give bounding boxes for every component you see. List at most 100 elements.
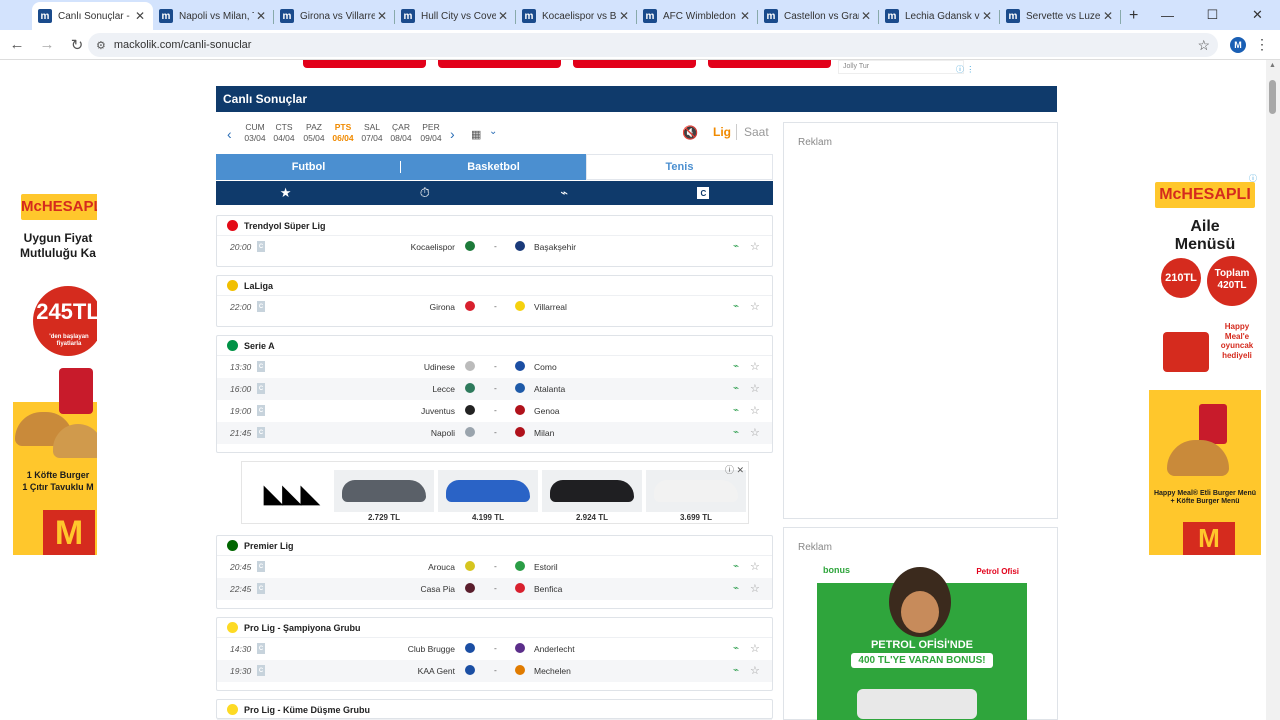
tv-broadcast-icon[interactable]: ⌁ bbox=[733, 241, 739, 252]
browser-tab[interactable]: m AFC Wimbledon vs ✕ bbox=[637, 2, 758, 30]
shoe-product-image[interactable] bbox=[542, 470, 642, 512]
close-tab-icon[interactable]: ✕ bbox=[980, 9, 994, 23]
tv-broadcast-icon[interactable]: ⌁ bbox=[733, 561, 739, 572]
shoe-product-image[interactable] bbox=[334, 470, 434, 512]
favorite-star-icon[interactable]: ☆ bbox=[750, 300, 760, 313]
prev-day-icon[interactable]: ‹ bbox=[227, 126, 232, 142]
page-scrollbar[interactable]: ▲ bbox=[1266, 60, 1280, 720]
next-day-icon[interactable]: › bbox=[450, 126, 455, 142]
league-header[interactable]: Pro Lig - Küme Düşme Grubu bbox=[217, 700, 772, 720]
favorite-star-icon[interactable]: ☆ bbox=[750, 582, 760, 595]
favorite-star-icon[interactable]: ☆ bbox=[750, 426, 760, 439]
bookmark-star-icon[interactable]: ☆ bbox=[1197, 37, 1210, 54]
away-team[interactable]: Anderlecht bbox=[534, 644, 575, 654]
close-tab-icon[interactable]: ✕ bbox=[738, 9, 752, 23]
adidas-ad[interactable]: ◣◣◣ 2.729 TL 4.199 TL 2.924 TL 3.699 TL ⓘ ✕ bbox=[241, 461, 749, 524]
day-button[interactable]: ÇAR 08/04 bbox=[386, 122, 416, 144]
browser-tab[interactable]: m Servette vs Luzern ✕ bbox=[1000, 2, 1121, 30]
favorite-star-icon[interactable]: ☆ bbox=[750, 360, 760, 373]
top-ad-banner[interactable] bbox=[438, 60, 561, 68]
day-button[interactable]: CTS 04/04 bbox=[269, 122, 299, 144]
home-team[interactable]: Napoli bbox=[431, 428, 455, 438]
away-team[interactable]: Milan bbox=[534, 428, 554, 438]
left-mcdonalds-ad[interactable]: McHESAPLI Uygun Fiyat Mutluluğu Ka 245TL… bbox=[13, 172, 97, 555]
minimize-icon[interactable]: — bbox=[1145, 0, 1190, 30]
away-team[interactable]: Como bbox=[534, 362, 557, 372]
day-button[interactable]: CUM 03/04 bbox=[240, 122, 270, 144]
maximize-icon[interactable]: ☐ bbox=[1190, 0, 1235, 30]
match-row[interactable]: 22:00 C Girona - Villarreal ⌁ ☆ bbox=[217, 296, 772, 318]
home-team[interactable]: KAA Gent bbox=[418, 666, 455, 676]
match-row[interactable]: 22:45 C Casa Pia - Benfica ⌁ ☆ bbox=[217, 578, 772, 600]
league-header[interactable]: Trendyol Süper Lig bbox=[217, 216, 772, 236]
new-tab-button[interactable]: + bbox=[1129, 2, 1138, 30]
favorite-star-icon[interactable]: ☆ bbox=[750, 642, 760, 655]
match-row[interactable]: 21:45 C Napoli - Milan ⌁ ☆ bbox=[217, 422, 772, 444]
away-team[interactable]: Mechelen bbox=[534, 666, 571, 676]
site-info-icon[interactable]: ⚙ bbox=[96, 39, 106, 52]
top-ad-banner[interactable] bbox=[303, 60, 426, 68]
tv-broadcast-icon[interactable]: ⌁ bbox=[733, 643, 739, 654]
league-header[interactable]: Premier Lig bbox=[217, 536, 772, 556]
browser-tab[interactable]: m Canlı Sonuçlar - İdd ✕ bbox=[32, 2, 153, 30]
sort-by-time-button[interactable]: Saat bbox=[744, 125, 769, 139]
close-tab-icon[interactable]: ✕ bbox=[375, 9, 389, 23]
home-team[interactable]: Arouca bbox=[428, 562, 455, 572]
petrol-ofisi-ad[interactable]: bonus Petrol Ofisi PETROL OFİSİ'NDE 400 … bbox=[817, 561, 1027, 720]
close-tab-icon[interactable]: ✕ bbox=[1101, 9, 1115, 23]
home-team[interactable]: Juventus bbox=[421, 406, 455, 416]
calendar-icon[interactable]: ▦ bbox=[471, 128, 481, 141]
home-team[interactable]: Club Brugge bbox=[408, 644, 455, 654]
match-row[interactable]: 20:45 C Arouca - Estoril ⌁ ☆ bbox=[217, 556, 772, 578]
league-header[interactable]: Serie A bbox=[217, 336, 772, 356]
home-team[interactable]: Girona bbox=[429, 302, 455, 312]
browser-tab[interactable]: m Hull City vs Covent ✕ bbox=[395, 2, 516, 30]
browser-tab[interactable]: m Girona vs Villarreal ✕ bbox=[274, 2, 395, 30]
day-button[interactable]: PER 09/04 bbox=[416, 122, 446, 144]
match-row[interactable]: 19:30 C KAA Gent - Mechelen ⌁ ☆ bbox=[217, 660, 772, 682]
close-tab-icon[interactable]: ✕ bbox=[859, 9, 873, 23]
away-team[interactable]: Estoril bbox=[534, 562, 558, 572]
jolly-tur-ad[interactable]: Jolly Tur bbox=[838, 60, 964, 74]
browser-tab[interactable]: m Lechia Gdansk vs K ✕ bbox=[879, 2, 1000, 30]
chevron-down-icon[interactable]: ⌄ bbox=[489, 126, 497, 137]
home-team[interactable]: Casa Pia bbox=[421, 584, 456, 594]
close-tab-icon[interactable]: ✕ bbox=[133, 9, 147, 23]
league-header[interactable]: LaLiga bbox=[217, 276, 772, 296]
league-header[interactable]: Pro Lig - Şampiyona Grubu bbox=[217, 618, 772, 638]
favorites-filter-star-icon[interactable]: ★ bbox=[216, 181, 355, 205]
tv-broadcast-icon[interactable]: ⌁ bbox=[733, 665, 739, 676]
away-team[interactable]: Başakşehir bbox=[534, 242, 576, 252]
sort-by-league-button[interactable]: Lig bbox=[713, 125, 731, 139]
close-tab-icon[interactable]: ✕ bbox=[617, 9, 631, 23]
scroll-up-icon[interactable]: ▲ bbox=[1269, 62, 1276, 69]
ad-close-icon[interactable]: ⓘ ✕ bbox=[725, 463, 744, 476]
reload-icon[interactable]: ↻ bbox=[64, 36, 90, 54]
browser-tab[interactable]: m Napoli vs Milan, Tah ✕ bbox=[153, 2, 274, 30]
match-row[interactable]: 13:30 C Udinese - Como ⌁ ☆ bbox=[217, 356, 772, 378]
match-row[interactable]: 14:30 C Club Brugge - Anderlecht ⌁ ☆ bbox=[217, 638, 772, 660]
away-team[interactable]: Atalanta bbox=[534, 384, 565, 394]
shoe-product-image[interactable] bbox=[438, 470, 538, 512]
match-row[interactable]: 19:00 C Juventus - Genoa ⌁ ☆ bbox=[217, 400, 772, 422]
day-button[interactable]: SAL 07/04 bbox=[357, 122, 387, 144]
tv-broadcast-icon[interactable]: ⌁ bbox=[733, 583, 739, 594]
home-team[interactable]: Lecce bbox=[432, 384, 455, 394]
profile-avatar[interactable]: M bbox=[1230, 37, 1246, 53]
tab-tenis[interactable]: Tenis bbox=[586, 154, 773, 180]
tv-filter-icon[interactable]: ⌁ bbox=[495, 181, 634, 205]
browser-tab[interactable]: m Kocaelispor vs Başa ✕ bbox=[516, 2, 637, 30]
c-filter-icon[interactable]: C bbox=[634, 181, 773, 205]
tv-broadcast-icon[interactable]: ⌁ bbox=[733, 383, 739, 394]
shoe-product-image[interactable] bbox=[646, 470, 746, 512]
day-button[interactable]: PAZ 05/04 bbox=[299, 122, 329, 144]
ad-info-icon[interactable]: ⓘ ⋮ bbox=[956, 64, 974, 75]
close-tab-icon[interactable]: ✕ bbox=[254, 9, 268, 23]
browser-tab[interactable]: m Castellon vs Granac ✕ bbox=[758, 2, 879, 30]
away-team[interactable]: Genoa bbox=[534, 406, 560, 416]
tab-basketbol[interactable]: Basketbol bbox=[401, 154, 586, 180]
tv-broadcast-icon[interactable]: ⌁ bbox=[733, 405, 739, 416]
favorite-star-icon[interactable]: ☆ bbox=[750, 560, 760, 573]
right-mcdonalds-ad[interactable]: ⓘ McHESAPLI Aile Menüsü 210TL Toplam 420… bbox=[1149, 172, 1261, 555]
away-team[interactable]: Villarreal bbox=[534, 302, 567, 312]
